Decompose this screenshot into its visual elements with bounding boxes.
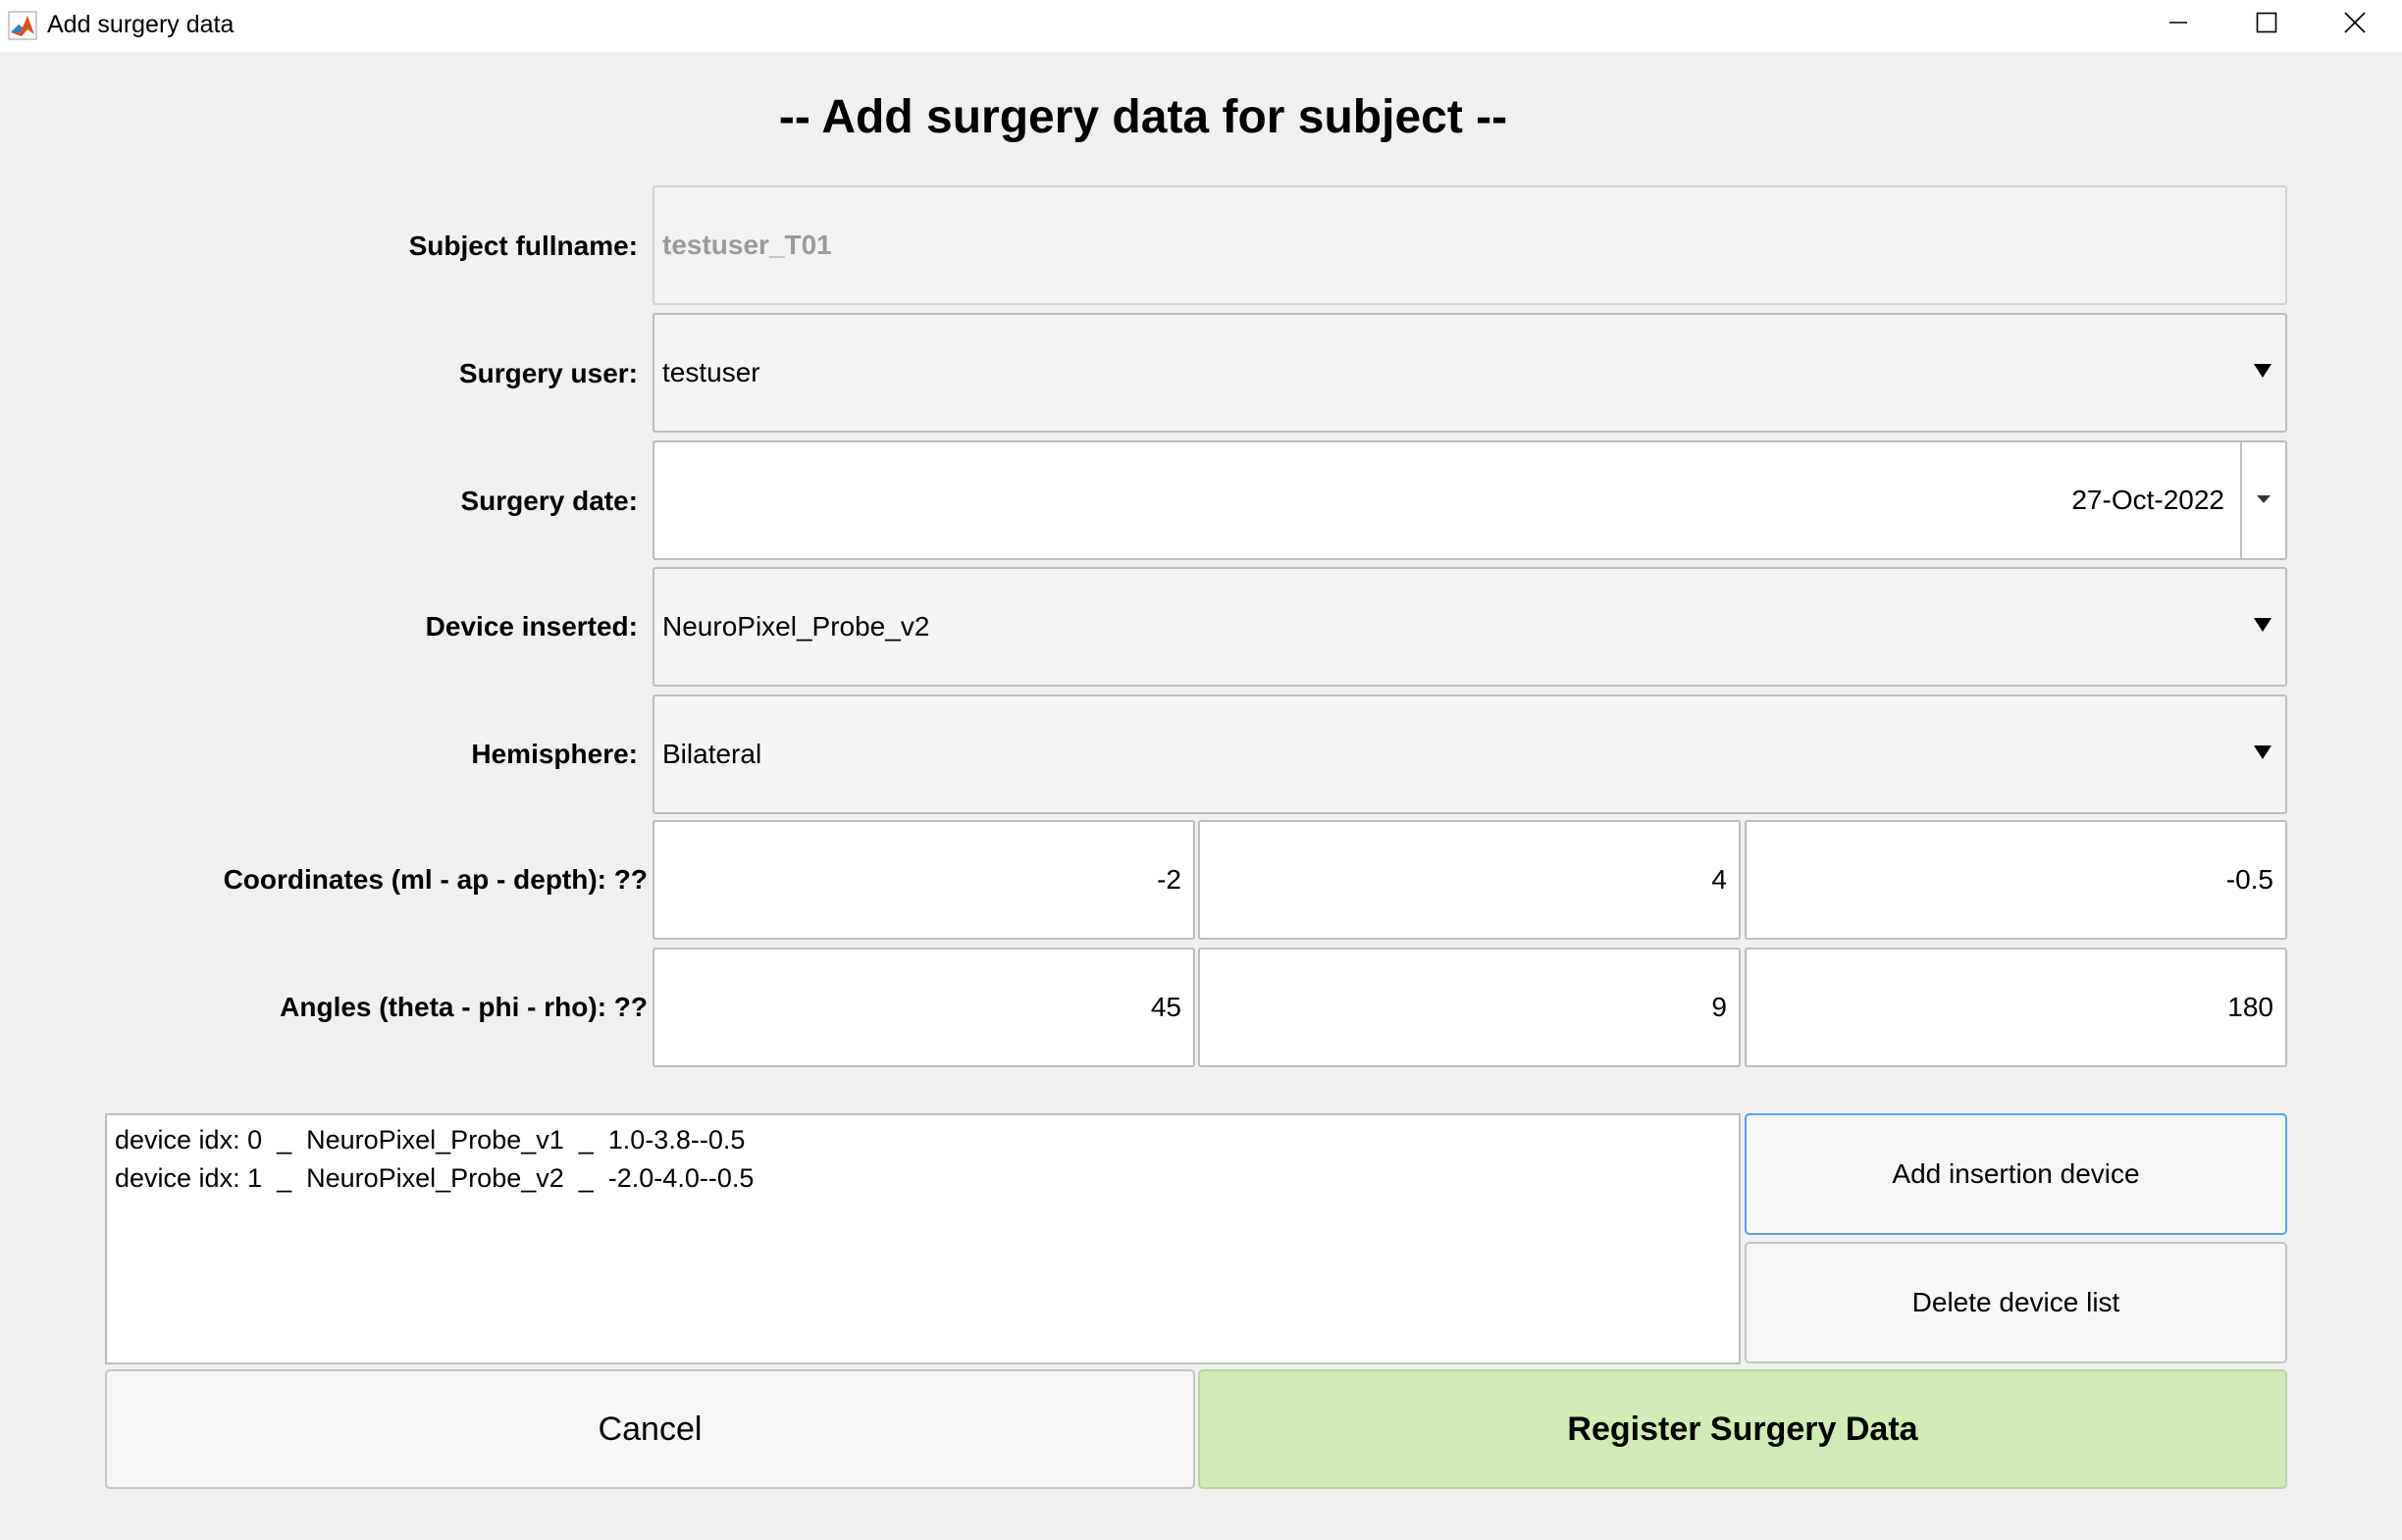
hemisphere-dropdown[interactable]: Bilateral [653,694,2287,814]
device-inserted-label: Device inserted: [425,611,638,642]
coordinates-label: Coordinates (ml - ap - depth): ?? [223,864,648,895]
maximize-button[interactable] [2222,0,2311,44]
surgery-date-value: 27-Oct-2022 [2071,485,2224,515]
angle-rho-input[interactable]: 180 [1745,948,2287,1067]
dropdown-arrow-icon [2254,745,2271,759]
title-bar: Add surgery data [0,0,2402,52]
surgery-user-dropdown[interactable]: testuser [653,313,2287,433]
subject-fullname-label: Subject fullname: [408,231,638,261]
angle-phi-input[interactable]: 9 [1198,948,1741,1067]
surgery-date-label: Surgery date: [460,486,639,516]
matlab-icon [8,11,37,40]
dropdown-arrow-icon [2254,364,2271,378]
close-icon [2344,11,2366,33]
subject-fullname-field: testuser_T01 [653,185,2287,305]
dropdown-arrow-icon [2254,618,2271,632]
minimize-icon [2169,21,2187,24]
close-button[interactable] [2311,0,2399,44]
coordinate-depth-input[interactable]: -0.5 [1745,820,2287,940]
hemisphere-value: Bilateral [662,739,762,769]
delete-device-list-button[interactable]: Delete device list [1745,1242,2287,1363]
minimize-button[interactable] [2134,0,2222,44]
surgery-date-picker[interactable]: 27-Oct-2022 [653,440,2287,560]
cancel-button[interactable]: Cancel [105,1369,1195,1489]
coordinate-ml-input[interactable]: -2 [653,820,1195,940]
device-inserted-value: NeuroPixel_Probe_v2 [662,611,930,642]
surgery-user-label: Surgery user: [458,358,638,388]
window-title: Add surgery data [47,11,235,38]
device-inserted-dropdown[interactable]: NeuroPixel_Probe_v2 [653,567,2287,687]
coordinate-ap-input[interactable]: 4 [1198,820,1741,940]
register-surgery-data-button[interactable]: Register Surgery Data [1198,1369,2287,1489]
hemisphere-label: Hemisphere: [471,739,638,769]
angles-label: Angles (theta - phi - rho): ?? [280,992,648,1022]
angle-theta-input[interactable]: 45 [653,948,1195,1067]
list-item[interactable]: device idx: 1 _ NeuroPixel_Probe_v2 _ -2… [115,1159,1731,1198]
list-item[interactable]: device idx: 0 _ NeuroPixel_Probe_v1 _ 1.… [115,1121,1731,1159]
chevron-down-icon [2257,495,2271,503]
surgery-user-value: testuser [662,357,760,387]
maximize-icon [2256,12,2277,32]
device-listbox[interactable]: device idx: 0 _ NeuroPixel_Probe_v1 _ 1.… [105,1113,1741,1364]
date-dropdown-button[interactable] [2240,442,2285,558]
page-title: -- Add surgery data for subject -- [778,91,1508,143]
add-insertion-device-button[interactable]: Add insertion device [1745,1113,2287,1235]
